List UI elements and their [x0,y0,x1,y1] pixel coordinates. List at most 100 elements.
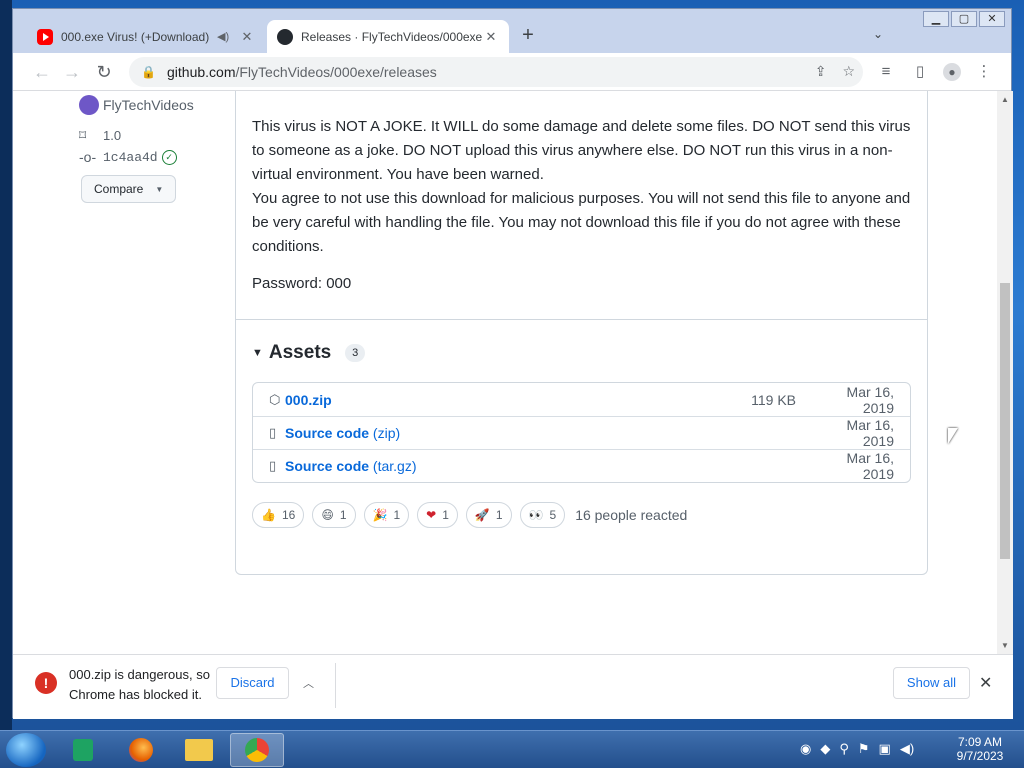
tab-releases[interactable]: Releases · FlyTechVideos/000exe ✕ [267,20,509,53]
taskbar-app-chrome[interactable] [230,733,284,767]
browser-toolbar: ← → ↻ 🔒 github.com/FlyTechVideos/000exe/… [13,53,1011,91]
taskbar-app-sheets[interactable] [56,733,110,767]
clock-date: 9/7/2023 [956,749,1004,763]
reaction-heart[interactable]: ❤ 1 [417,502,458,528]
reaction-eyes[interactable]: 👀 5 [519,502,566,528]
monitor-icon[interactable]: ▣ [879,741,891,757]
tab-youtube[interactable]: 000.exe Virus! (+Download) ◀) ✕ [27,20,265,53]
warning-paragraph: This virus is NOT A JOKE. It WILL do som… [252,118,911,183]
compare-button[interactable]: Compare ▼ [81,175,176,203]
reactions-bar: 👍 16 😄 1 🎉 1 ❤ 1 🚀 1 👀 5 16 people reacted [252,502,687,528]
taskbar-app-explorer[interactable] [172,733,226,767]
discard-button[interactable]: Discard [216,667,289,699]
tag-icon: ⌑ [79,127,87,143]
new-tab-button[interactable]: + [517,25,539,47]
start-button[interactable] [6,733,46,767]
close-tab-icon[interactable]: ✕ [239,29,255,45]
tab-title: Releases · FlyTechVideos/000exe [301,29,483,44]
asset-date: Mar 16, 2019 [846,417,894,449]
reactions-summary: 16 people reacted [575,507,688,523]
github-icon [277,28,293,45]
maximize-button[interactable]: ▢ [951,11,977,27]
password-text: Password: 000 [252,275,352,292]
flag-icon[interactable]: ⚑ [858,741,870,757]
volume-icon[interactable]: ◀) [900,741,914,757]
clock-time: 7:09 AM [957,735,1003,749]
address-bar[interactable]: 🔒 github.com/FlyTechVideos/000exe/releas… [129,57,863,87]
assets-title: Assets [268,342,332,363]
mouse-cursor [948,428,958,444]
taskbar: ◉ ◆ ⚲ ⚑ ▣ ◀) 7:09 AM 9/7/2023 [0,730,1024,768]
commit-hash: 1c4aa4d [103,149,158,165]
taskbar-app-firefox[interactable] [114,733,168,767]
speaker-icon[interactable]: ◀) [217,30,233,43]
release-author[interactable]: FlyTechVideos [79,95,194,115]
close-icon[interactable]: ✕ [979,673,992,693]
triangle-down-icon: ▼ [252,347,263,359]
asset-link[interactable]: Source code (tar.gz) [285,458,736,474]
file-zip-icon: ▯ [269,425,277,440]
package-icon: ⬡ [269,391,281,407]
release-commit[interactable]: -o- 1c4aa4d ✓ [79,149,177,165]
asset-row: ⬡ 000.zip 119 KB Mar 16, 2019 [253,383,910,416]
clock[interactable]: 7:09 AM 9/7/2023 [950,735,1010,763]
tag-label: 1.0 [103,128,122,143]
reading-list-icon[interactable]: ≡ [877,63,895,81]
scroll-up-icon[interactable]: ▲ [1001,95,1009,104]
vertical-scrollbar[interactable]: ▲ ▼ [997,91,1013,654]
url-host: github.com [167,64,236,80]
desktop-edge [0,0,12,730]
caret-down-icon: ▼ [155,184,164,194]
scroll-down-icon[interactable]: ▼ [1001,641,1009,650]
tab-strip: 000.exe Virus! (+Download) ◀) ✕ Releases… [13,9,1011,53]
tab-search-icon[interactable]: ⌄ [873,27,883,41]
forward-icon[interactable]: → [61,61,83,83]
chrome-window: 000.exe Virus! (+Download) ◀) ✕ Releases… [12,8,1013,719]
asset-size: 119 KB [751,391,796,408]
search-icon[interactable]: ⚲ [839,741,849,757]
close-window-button[interactable]: ✕ [979,11,1005,27]
reaction-laugh[interactable]: 😄 1 [312,502,356,528]
assets-toggle[interactable]: ▼ Assets 3 [252,342,366,364]
reaction-rocket[interactable]: 🚀 1 [465,502,512,528]
asset-link[interactable]: 000.zip [285,392,736,408]
terms-paragraph: You agree to not use this download for m… [252,190,911,255]
show-all-button[interactable]: Show all [893,667,970,699]
url-path: /FlyTechVideos/000exe/releases [235,64,437,80]
commit-icon: -o- [79,149,97,165]
asset-link[interactable]: Source code (zip) [285,425,736,441]
close-tab-icon[interactable]: ✕ [483,29,499,45]
scrollbar-thumb[interactable] [1000,283,1010,559]
page-viewport: FlyTechVideos ⌑ 1.0 -o- 1c4aa4d ✓ Compar… [13,91,997,654]
bookmark-star-icon[interactable]: ☆ [842,63,855,80]
profile-icon[interactable]: ● [943,63,961,81]
window-controls: ▁ ▢ ✕ [921,11,1005,27]
side-panel-icon[interactable]: ▯ [911,63,929,81]
compare-label: Compare [94,182,144,196]
system-tray: ◉ ◆ ⚲ ⚑ ▣ ◀) [800,741,914,757]
asset-date: Mar 16, 2019 [846,383,894,416]
asset-row: ▯ Source code (zip) Mar 16, 2019 [253,416,910,449]
asset-row: ▯ Source code (tar.gz) Mar 16, 2019 [253,449,910,482]
lock-icon[interactable]: 🔒 [141,65,156,79]
assets-count-badge: 3 [345,344,366,362]
reload-icon[interactable]: ↻ [93,61,115,83]
release-box: This virus is NOT A JOKE. It WILL do som… [235,91,928,575]
verified-check-icon[interactable]: ✓ [161,149,177,165]
menu-icon[interactable]: ⋮ [975,63,993,81]
assets-list: ⬡ 000.zip 119 KB Mar 16, 2019 ▯ Source c… [252,382,911,483]
reaction-hooray[interactable]: 🎉 1 [363,502,410,528]
chevron-up-icon[interactable]: ︿ [303,675,314,691]
share-icon[interactable]: ⇪ [815,63,827,80]
avatar[interactable] [79,95,99,115]
network-icon[interactable]: ◉ [800,741,811,757]
divider [236,319,927,320]
reaction-thumbs-up[interactable]: 👍 16 [252,502,305,528]
droplet-icon[interactable]: ◆ [820,741,830,757]
asset-date: Mar 16, 2019 [846,450,894,482]
minimize-button[interactable]: ▁ [923,11,949,27]
release-tag[interactable]: ⌑ 1.0 [79,127,121,144]
download-warning: 000.zip is dangerous, so Chrome has bloc… [69,667,210,702]
back-icon[interactable]: ← [31,61,53,83]
author-name: FlyTechVideos [103,97,194,113]
